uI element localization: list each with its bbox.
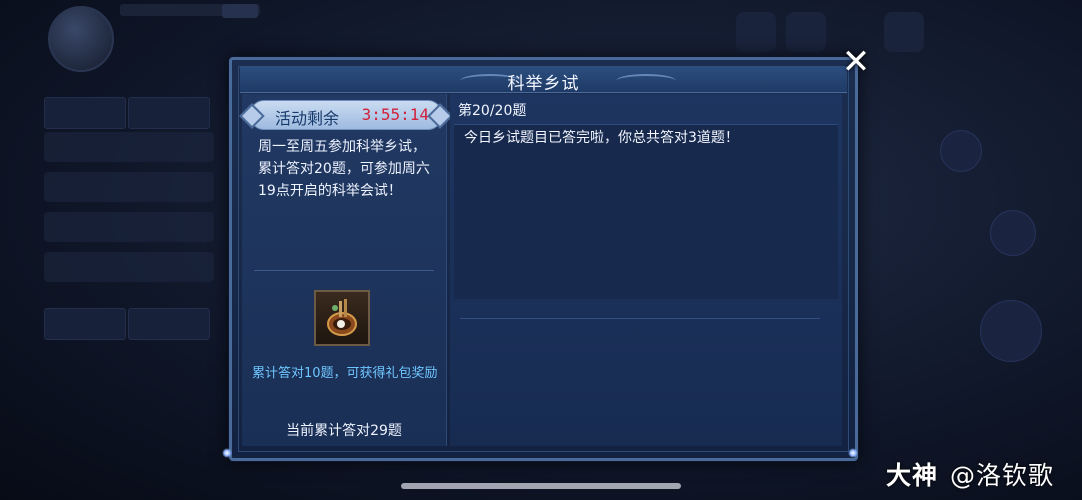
reward-bag-icon[interactable]	[314, 290, 370, 346]
question-number: 第20/20题	[458, 103, 527, 119]
watermark-brand: 大神	[886, 461, 939, 490]
bg-circle-icon	[940, 130, 982, 172]
player-avatar	[48, 6, 114, 72]
dialog-title-bar: 科举乡试	[240, 66, 847, 94]
bg-list-item	[44, 132, 214, 162]
reward-bag-svg	[327, 299, 357, 336]
bg-event-icon	[884, 12, 924, 52]
question-divider	[460, 318, 820, 319]
watermark: 大神 @洛钦歌	[886, 456, 1054, 492]
bg-menu-button	[44, 308, 126, 340]
bg-list-item	[44, 172, 214, 202]
timer-value: 3:55:14	[361, 105, 429, 124]
answer-area: 今日乡试题目已答完啦，你总共答对3道题！	[454, 124, 838, 299]
activity-timer: 活动剩余 3:55:14	[250, 100, 442, 130]
bg-list-item	[44, 212, 214, 242]
bg-shop-icon	[736, 12, 776, 52]
watermark-handle: @洛钦歌	[950, 461, 1055, 490]
exam-dialog: 科举乡试 活动剩余 3:55:14 周一至周五参加科举乡试，累计答对20题，可参…	[229, 57, 858, 461]
question-panel: 第20/20题 今日乡试题目已答完啦，你总共答对3道题！	[450, 94, 842, 446]
bg-circle-icon	[980, 300, 1042, 362]
bg-list-item	[44, 252, 214, 282]
bg-menu-button	[128, 308, 210, 340]
home-indicator[interactable]	[401, 483, 681, 489]
timer-label: 活动剩余	[275, 109, 340, 128]
frame-corner-glow	[222, 448, 232, 458]
activity-description: 周一至周五参加科举乡试，累计答对20题，可参加周六19点开启的科举会试！	[258, 139, 430, 199]
bg-menu-button	[128, 97, 210, 129]
total-correct-count: 当前累计答对29题	[286, 423, 402, 439]
bg-circle-icon	[990, 210, 1036, 256]
bg-gift-icon	[786, 12, 826, 52]
completion-message: 今日乡试题目已答完啦，你总共答对3道题！	[464, 130, 739, 146]
close-icon[interactable]: ✕	[838, 44, 874, 80]
dialog-title: 科举乡试	[507, 74, 580, 94]
panel-divider	[254, 270, 434, 271]
activity-info-panel: 活动剩余 3:55:14 周一至周五参加科举乡试，累计答对20题，可参加周六19…	[242, 94, 447, 446]
bg-menu-button	[44, 97, 126, 129]
bg-status-chip	[222, 4, 258, 18]
frame-corner-glow	[848, 448, 858, 458]
reward-note: 累计答对10题，可获得礼包奖励	[252, 366, 438, 381]
